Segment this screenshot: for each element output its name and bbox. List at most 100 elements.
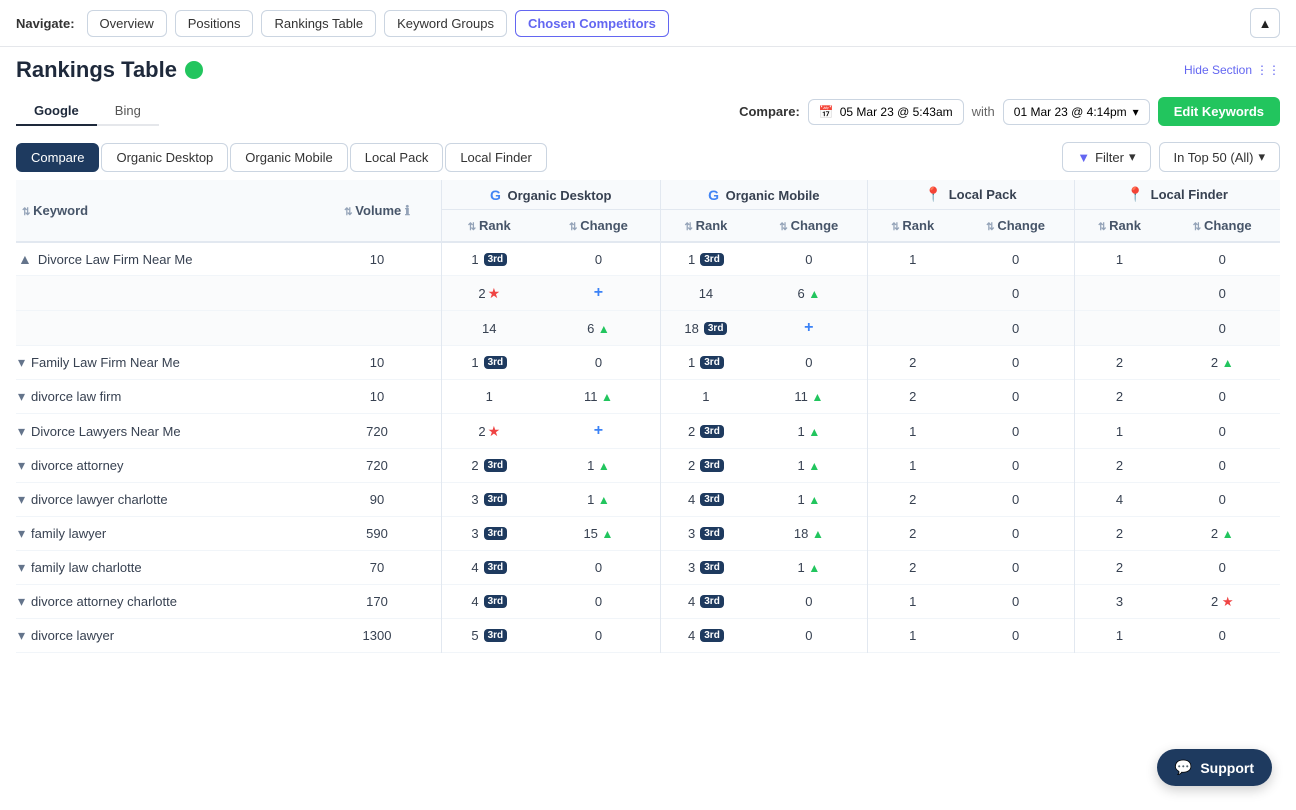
om-change-cell: 1 ▲ (751, 449, 867, 483)
volume-cell: 70 (313, 551, 441, 585)
date1-value: 05 Mar 23 @ 5:43am (840, 105, 953, 119)
compare-bar: Compare: 📅 05 Mar 23 @ 5:43am with 01 Ma… (739, 97, 1280, 126)
col-header-om-change[interactable]: ⇅ Change (751, 210, 867, 243)
table-row: ▾ divorce lawyer 1300 5 3rd 0 4 3rd 0 1 … (16, 619, 1280, 653)
lp-rank-cell: 2 (867, 551, 957, 585)
lp-change-cell: 0 (958, 483, 1074, 517)
collapse-icon[interactable]: ▾ (18, 457, 25, 474)
nav-chosen-competitors[interactable]: Chosen Competitors (515, 10, 669, 37)
om-rank-cell: 1 3rd (660, 346, 751, 380)
od-rank-cell: 5 3rd (441, 619, 537, 653)
keyword-cell: ▲ Divorce Law Firm Near Me (16, 242, 313, 276)
col-header-om-rank[interactable]: ⇅ Rank (660, 210, 751, 243)
calendar-icon: 📅 (819, 105, 834, 119)
od-rank-cell: 3 3rd (441, 483, 537, 517)
support-button[interactable]: 💬 Support (1157, 749, 1272, 786)
volume-cell: 10 (313, 242, 441, 276)
volume-cell: 1300 (313, 619, 441, 653)
lp-rank-cell: 1 (867, 585, 957, 619)
chevron-down-icon2: ▾ (1129, 149, 1136, 165)
tab-organic-desktop[interactable]: Organic Desktop (101, 143, 228, 172)
filter-group: ▼ Filter ▾ In Top 50 (All) ▾ (1062, 142, 1280, 172)
tab-compare[interactable]: Compare (16, 143, 99, 172)
tab-organic-mobile[interactable]: Organic Mobile (230, 143, 347, 172)
om-change-cell: 0 (751, 242, 867, 276)
col-header-volume[interactable]: ⇅ Volume ℹ (313, 180, 441, 242)
keyword-cell: ▾ family lawyer (16, 517, 313, 551)
collapse-icon[interactable]: ▾ (18, 354, 25, 371)
collapse-icon[interactable]: ▾ (18, 559, 25, 576)
lf-rank-cell: 3 (1074, 585, 1164, 619)
table-container: ⇅ Keyword ⇅ Volume ℹ G Organic Desktop G… (0, 180, 1296, 653)
date2-value: 01 Mar 23 @ 4:14pm (1014, 105, 1127, 119)
col-header-lp-rank[interactable]: ⇅ Rank (867, 210, 957, 243)
view-tabs: Compare Organic Desktop Organic Mobile L… (16, 143, 547, 172)
collapse-icon[interactable]: ▾ (18, 491, 25, 508)
col-header-lf-change[interactable]: ⇅ Change (1164, 210, 1280, 243)
collapse-icon[interactable]: ▾ (18, 525, 25, 542)
od-change-cell: 0 (537, 242, 660, 276)
od-change-cell: + (537, 414, 660, 449)
collapse-icon[interactable]: ▾ (18, 388, 25, 405)
lp-change-cell: 0 (958, 380, 1074, 414)
col-header-od-rank[interactable]: ⇅ Rank (441, 210, 537, 243)
collapse-icon[interactable]: ▲ (18, 251, 32, 267)
tab-bing[interactable]: Bing (97, 97, 159, 126)
nav-overview[interactable]: Overview (87, 10, 167, 37)
tab-local-pack[interactable]: Local Pack (350, 143, 444, 172)
om-change-cell: 1 ▲ (751, 551, 867, 585)
collapse-nav-button[interactable]: ▲ (1250, 8, 1280, 38)
status-green-dot (185, 61, 203, 79)
compare-label: Compare: (739, 104, 800, 119)
od-rank-cell: 2 ★ (441, 414, 537, 449)
volume-cell: 10 (313, 346, 441, 380)
lp-change-cell: 0 (958, 346, 1074, 380)
table-subrow: 2 ★ + 14 6 ▲ 0 0 (16, 276, 1280, 311)
col-header-keyword[interactable]: ⇅ Keyword (16, 180, 313, 242)
collapse-icon[interactable]: ▾ (18, 423, 25, 440)
volume-cell: 170 (313, 585, 441, 619)
rankings-table: ⇅ Keyword ⇅ Volume ℹ G Organic Desktop G… (16, 180, 1280, 653)
lp-rank-cell: 1 (867, 619, 957, 653)
keyword-cell: ▾ Family Law Firm Near Me (16, 346, 313, 380)
hide-section-button[interactable]: Hide Section ⋮⋮ (1184, 63, 1280, 77)
lp-rank-cell: 2 (867, 346, 957, 380)
od-change-cell: 0 (537, 551, 660, 585)
compare-with-label: with (972, 104, 995, 119)
edit-keywords-button[interactable]: Edit Keywords (1158, 97, 1280, 126)
keyword-text: divorce attorney (31, 458, 124, 473)
col-header-lp-change[interactable]: ⇅ Change (958, 210, 1074, 243)
compare-date2-button[interactable]: 01 Mar 23 @ 4:14pm ▾ (1003, 99, 1150, 125)
filter-icon: ▼ (1077, 150, 1090, 165)
tab-google[interactable]: Google (16, 97, 97, 126)
toolbar: Google Bing Compare: 📅 05 Mar 23 @ 5:43a… (0, 89, 1296, 134)
table-row: ▾ divorce law firm 10 1 11 ▲ 1 11 ▲ 2 0 … (16, 380, 1280, 414)
lp-change-cell: 0 (958, 517, 1074, 551)
col-header-od-change[interactable]: ⇅ Change (537, 210, 660, 243)
lf-change-cell: 0 (1164, 619, 1280, 653)
compare-date1-button[interactable]: 📅 05 Mar 23 @ 5:43am (808, 99, 964, 125)
od-change-cell: 0 (537, 346, 660, 380)
filter-button[interactable]: ▼ Filter ▾ (1062, 142, 1150, 172)
col-header-lf-rank[interactable]: ⇅ Rank (1074, 210, 1164, 243)
chevron-down-icon: ▾ (1133, 105, 1139, 119)
od-rank-cell: 2 3rd (441, 449, 537, 483)
om-rank-cell: 2 3rd (660, 449, 751, 483)
nav-rankings-table[interactable]: Rankings Table (261, 10, 376, 37)
lp-change-cell: 0 (958, 242, 1074, 276)
nav-keyword-groups[interactable]: Keyword Groups (384, 10, 507, 37)
chevron-up-icon: ▲ (1259, 16, 1272, 31)
tab-local-finder[interactable]: Local Finder (445, 143, 547, 172)
table-row: ▾ Family Law Firm Near Me 10 1 3rd 0 1 3… (16, 346, 1280, 380)
sort-volume-icon: ⇅ (344, 207, 355, 218)
collapse-icon[interactable]: ▾ (18, 627, 25, 644)
nav-positions[interactable]: Positions (175, 10, 254, 37)
maps-icon-lf: 📍 (1127, 186, 1144, 202)
lf-rank-cell: 1 (1074, 619, 1164, 653)
keyword-text: Family Law Firm Near Me (31, 355, 180, 370)
lp-rank-cell: 2 (867, 380, 957, 414)
lp-rank-cell: 2 (867, 517, 957, 551)
collapse-icon[interactable]: ▾ (18, 593, 25, 610)
top50-filter-button[interactable]: In Top 50 (All) ▾ (1159, 142, 1281, 172)
lf-change-cell: 2 ★ (1164, 585, 1280, 619)
